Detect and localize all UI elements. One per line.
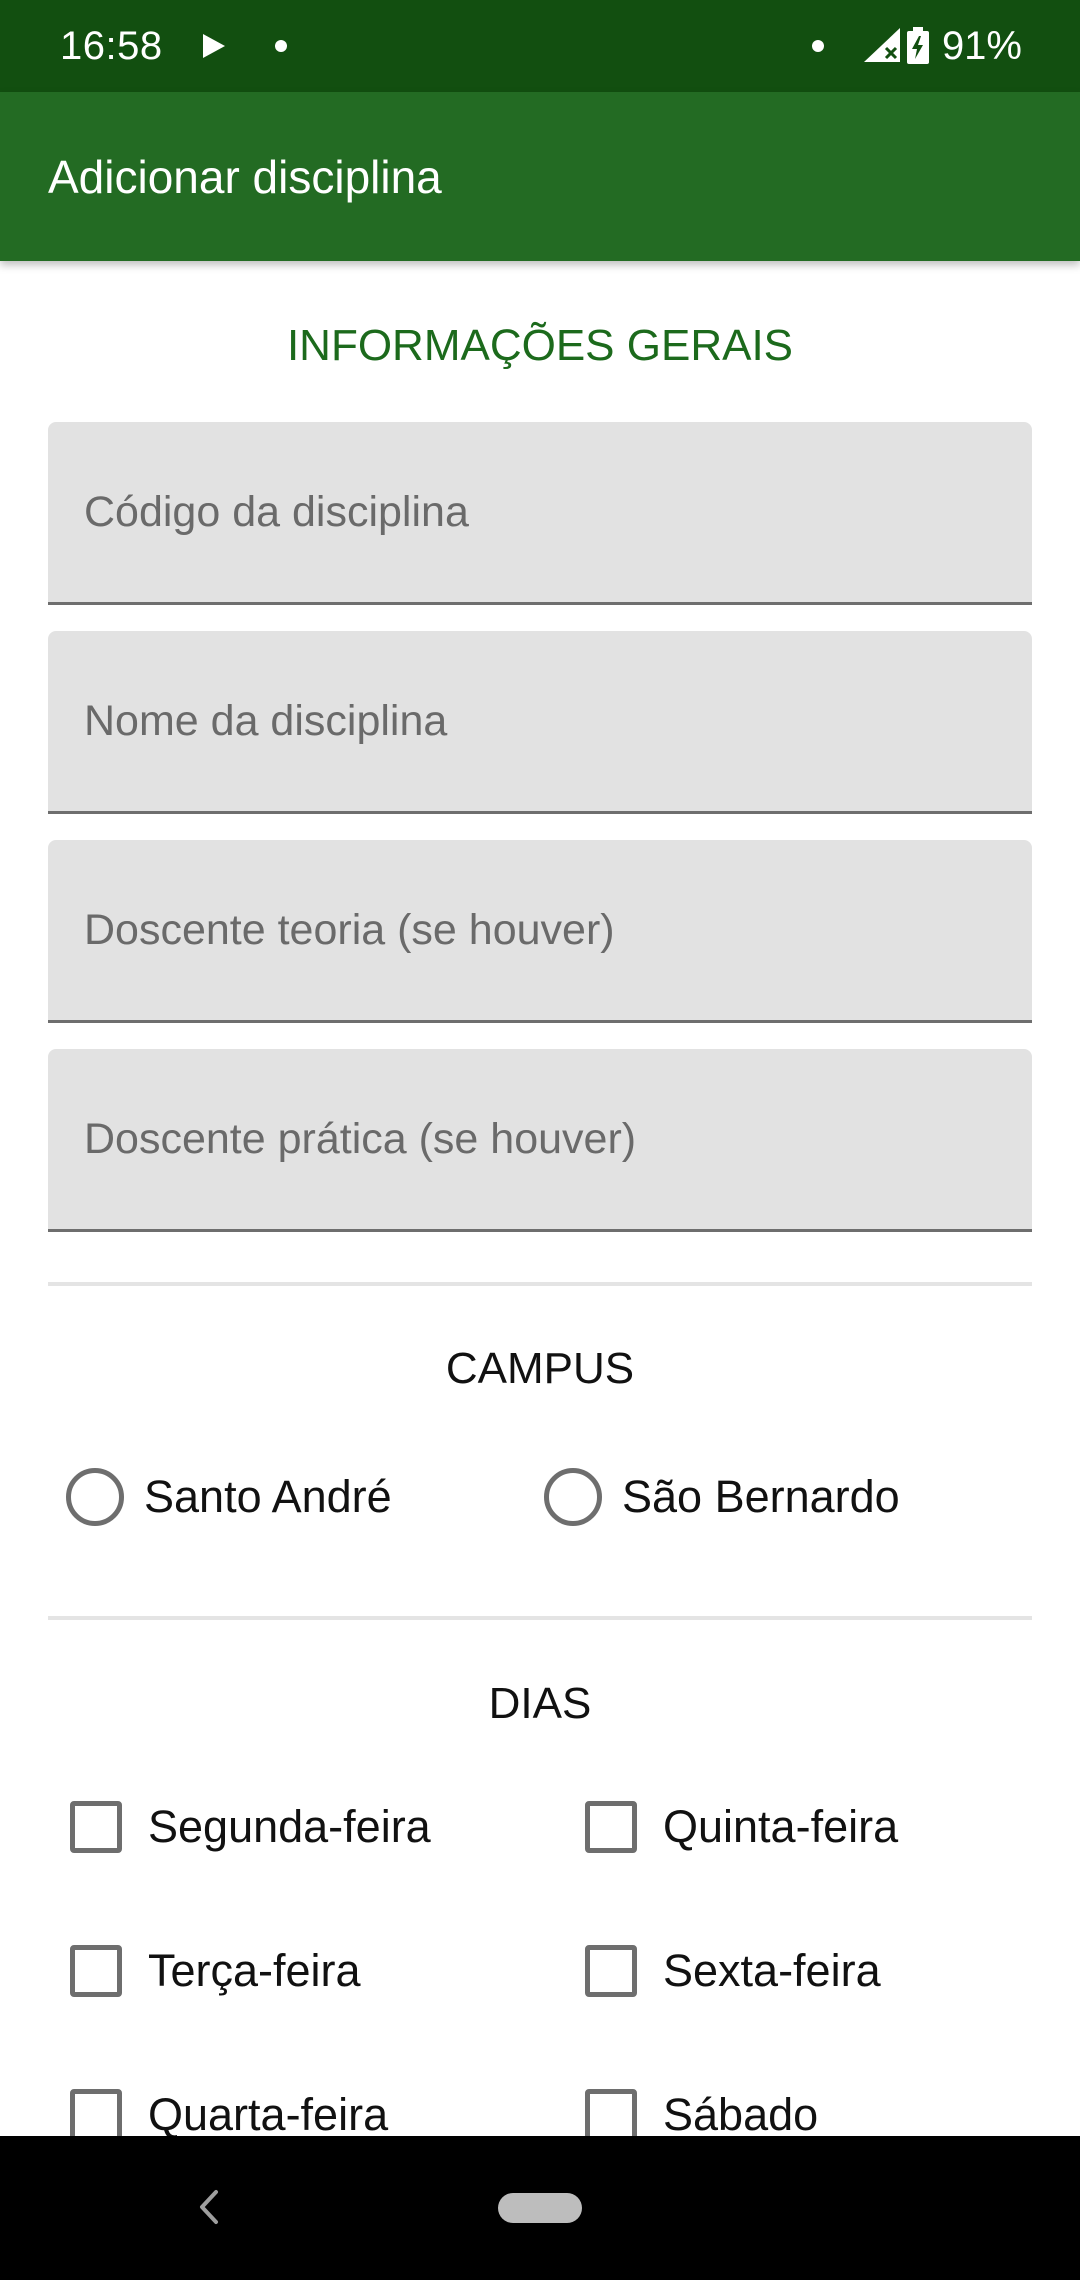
checkbox-icon[interactable] bbox=[70, 2089, 122, 2136]
radio-circle-icon[interactable] bbox=[66, 1468, 124, 1526]
battery-percent: 91% bbox=[941, 23, 1022, 68]
app-bar: Adicionar disciplina bbox=[0, 92, 1080, 261]
checkbox-icon[interactable] bbox=[585, 2089, 637, 2136]
status-right: 91% bbox=[811, 23, 1022, 69]
checkbox-label: Sexta-feira bbox=[663, 1945, 881, 1996]
checkbox-monday[interactable]: Segunda-feira bbox=[70, 1801, 431, 1853]
checkbox-saturday[interactable]: Sábado bbox=[585, 2089, 818, 2136]
theory-teacher-placeholder: Doscente teoria (se houver) bbox=[84, 905, 615, 954]
battery-charging-icon bbox=[906, 27, 930, 65]
checkbox-friday[interactable]: Sexta-feira bbox=[585, 1945, 881, 1997]
radio-santo-andre[interactable]: Santo André bbox=[66, 1468, 392, 1526]
status-bar: 16:58 91% bbox=[0, 0, 1080, 92]
radio-label: Santo André bbox=[144, 1471, 392, 1522]
notification-dot-icon bbox=[811, 40, 824, 52]
checkbox-icon[interactable] bbox=[585, 1945, 637, 1997]
radio-label: São Bernardo bbox=[622, 1471, 900, 1522]
notification-dot-icon bbox=[274, 40, 287, 52]
signal-icon bbox=[862, 28, 902, 64]
course-code-placeholder: Código da disciplina bbox=[84, 487, 469, 536]
checkbox-tuesday[interactable]: Terça-feira bbox=[70, 1945, 361, 1997]
back-icon[interactable] bbox=[190, 2182, 226, 2232]
checkbox-icon[interactable] bbox=[585, 1801, 637, 1853]
divider bbox=[48, 1616, 1032, 1620]
section-title-campus: CAMPUS bbox=[445, 1344, 635, 1393]
checkbox-label: Terça-feira bbox=[148, 1945, 361, 1996]
section-title-general: INFORMAÇÕES GERAIS bbox=[286, 321, 794, 370]
checkbox-thursday[interactable]: Quinta-feira bbox=[585, 1801, 898, 1853]
course-code-field[interactable]: Código da disciplina bbox=[48, 422, 1032, 605]
form-content[interactable]: INFORMAÇÕES GERAIS Código da disciplina … bbox=[0, 261, 1080, 2136]
status-left: 16:58 bbox=[60, 24, 287, 69]
checkbox-wednesday[interactable]: Quarta-feira bbox=[70, 2089, 388, 2136]
checkbox-icon[interactable] bbox=[70, 1801, 122, 1853]
play-icon bbox=[201, 32, 227, 60]
checkbox-icon[interactable] bbox=[70, 1945, 122, 1997]
section-title-days: DIAS bbox=[488, 1679, 592, 1728]
navigation-bar bbox=[0, 2136, 1080, 2280]
theory-teacher-field[interactable]: Doscente teoria (se houver) bbox=[48, 840, 1032, 1023]
checkbox-label: Quarta-feira bbox=[148, 2089, 389, 2136]
course-name-field[interactable]: Nome da disciplina bbox=[48, 631, 1032, 814]
checkbox-label: Segunda-feira bbox=[148, 1801, 431, 1852]
radio-sao-bernardo[interactable]: São Bernardo bbox=[544, 1468, 900, 1526]
practice-teacher-placeholder: Doscente prática (se houver) bbox=[84, 1114, 637, 1163]
page-title: Adicionar disciplina bbox=[48, 150, 442, 203]
status-time: 16:58 bbox=[60, 23, 163, 68]
divider bbox=[48, 1282, 1032, 1286]
course-name-placeholder: Nome da disciplina bbox=[84, 696, 448, 745]
radio-circle-icon[interactable] bbox=[544, 1468, 602, 1526]
checkbox-label: Sábado bbox=[663, 2089, 819, 2136]
home-pill[interactable] bbox=[498, 2193, 582, 2223]
practice-teacher-field[interactable]: Doscente prática (se houver) bbox=[48, 1049, 1032, 1232]
checkbox-label: Quinta-feira bbox=[663, 1801, 899, 1852]
